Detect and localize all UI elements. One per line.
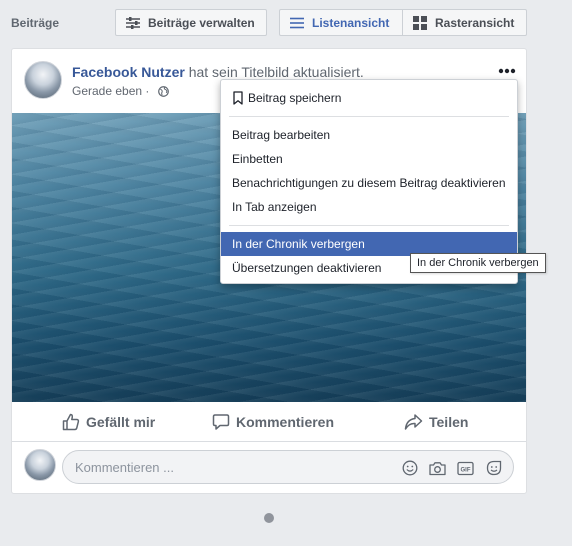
- emoji-icon[interactable]: [400, 459, 419, 477]
- menu-item-label: In Tab anzeigen: [232, 200, 317, 214]
- menu-item-edit-post[interactable]: Beitrag bearbeiten: [221, 123, 517, 147]
- sticker-icon[interactable]: [484, 459, 503, 477]
- share-arrow-icon: [404, 413, 423, 431]
- comment-button[interactable]: Kommentieren: [212, 402, 334, 442]
- svg-text:GIF: GIF: [461, 467, 471, 473]
- grid-icon: [413, 15, 427, 30]
- list-icon: [290, 17, 304, 29]
- user-avatar[interactable]: [24, 449, 56, 481]
- comment-input[interactable]: Kommentieren ... GIF: [62, 450, 514, 484]
- menu-item-label: In der Chronik verbergen: [232, 237, 365, 251]
- comment-composer: Kommentieren ... GIF: [12, 443, 526, 493]
- post-actions: Gefällt mir Kommentieren Teilen: [12, 402, 526, 442]
- menu-item-label: Benachrichtigungen zu diesem Beitrag dea…: [232, 176, 506, 190]
- posts-toolbar: Beiträge Beiträge verwalten Listenansich…: [0, 0, 572, 44]
- comment-placeholder: Kommentieren ...: [75, 459, 174, 475]
- menu-item-save-post[interactable]: Beitrag speichern: [221, 86, 517, 110]
- speech-bubble-icon: [212, 413, 230, 431]
- author-name-link[interactable]: Facebook Nutzer: [72, 64, 185, 80]
- list-view-button[interactable]: Listenansicht: [279, 9, 403, 36]
- menu-divider: [229, 116, 509, 117]
- menu-item-embed[interactable]: Einbetten: [221, 147, 517, 171]
- post-meta: Gerade eben ·: [72, 84, 169, 98]
- menu-item-label: Übersetzungen deaktivieren: [232, 261, 382, 275]
- gif-icon[interactable]: GIF: [456, 459, 475, 477]
- tooltip: In der Chronik verbergen: [410, 253, 546, 273]
- post-timestamp[interactable]: Gerade eben: [72, 84, 142, 98]
- menu-divider: [229, 225, 509, 226]
- author-avatar[interactable]: [24, 61, 62, 99]
- comment-attachments: GIF: [400, 459, 503, 477]
- menu-item-label: Beitrag bearbeiten: [232, 128, 331, 142]
- list-view-label: Listenansicht: [312, 15, 390, 30]
- camera-icon[interactable]: [428, 459, 447, 477]
- post-options-button[interactable]: [496, 63, 518, 79]
- like-button[interactable]: Gefällt mir: [62, 402, 155, 442]
- menu-item-show-in-tab[interactable]: In Tab anzeigen: [221, 195, 517, 219]
- grid-view-label: Rasteransicht: [435, 15, 515, 30]
- loading-indicator-dot: [264, 513, 274, 523]
- menu-item-label: Beitrag speichern: [248, 91, 342, 105]
- globe-icon[interactable]: [157, 85, 169, 97]
- menu-item-label: Einbetten: [232, 152, 283, 166]
- manage-posts-label: Beiträge verwalten: [148, 15, 255, 30]
- section-title: Beiträge: [11, 16, 60, 30]
- post-action-text: hat sein Titelbild aktualisiert.: [184, 64, 364, 80]
- sliders-icon: [126, 16, 140, 29]
- manage-posts-button[interactable]: Beiträge verwalten: [115, 9, 267, 36]
- post-headline: Facebook Nutzer hat sein Titelbild aktua…: [72, 64, 364, 80]
- menu-item-disable-notifications[interactable]: Benachrichtigungen zu diesem Beitrag dea…: [221, 171, 517, 195]
- meta-separator: ·: [142, 84, 153, 98]
- more-dots-icon: [498, 68, 516, 74]
- share-button[interactable]: Teilen: [404, 402, 468, 442]
- like-label: Gefällt mir: [86, 414, 156, 430]
- bookmark-icon: [232, 91, 244, 105]
- grid-view-button[interactable]: Rasteransicht: [402, 9, 527, 36]
- share-label: Teilen: [429, 414, 469, 430]
- comment-label: Kommentieren: [236, 414, 335, 430]
- thumbs-up-icon: [62, 413, 80, 431]
